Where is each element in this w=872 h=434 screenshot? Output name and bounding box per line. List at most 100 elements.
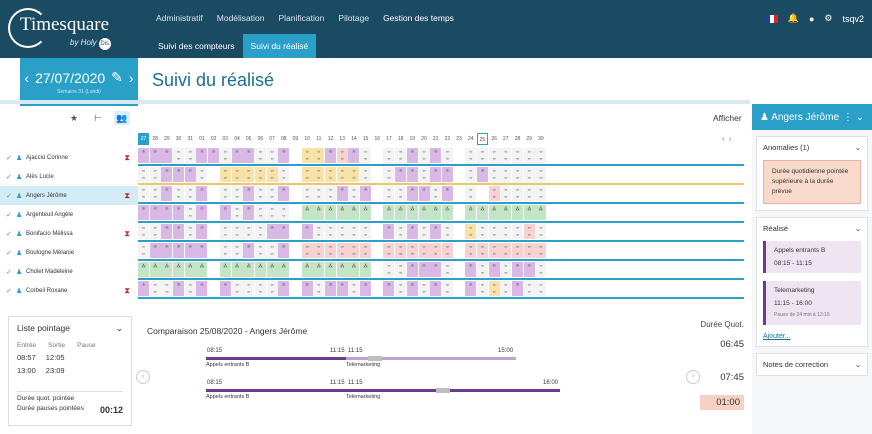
nav-item-planification[interactable]: Planification: [279, 13, 325, 23]
day-cell[interactable]: ⁂: [348, 262, 360, 277]
day-cell[interactable]: ∞ ∞: [138, 186, 149, 201]
day-cell[interactable]: ℗: [336, 186, 348, 201]
person-row[interactable]: ✓ ♟ Cholet Madeleine: [0, 262, 138, 281]
day-header-cell[interactable]: 02: [208, 133, 219, 145]
day-cell[interactable]: ⁂: [325, 205, 336, 220]
chevron-down-icon[interactable]: ⌄: [855, 360, 861, 369]
day-cell[interactable]: ℗: [278, 281, 290, 296]
day-header-cell[interactable]: 01: [196, 133, 207, 145]
day-cell[interactable]: ⁂: [325, 262, 336, 277]
day-cell[interactable]: ⁂: [313, 205, 325, 220]
day-cell[interactable]: ∞ ∞: [418, 281, 430, 296]
day-cell[interactable]: ⁂: [360, 205, 372, 220]
day-cell[interactable]: ∞ ∞: [441, 262, 453, 277]
day-header-cell[interactable]: 26: [489, 133, 500, 145]
day-cell[interactable]: ℗: [149, 205, 161, 220]
day-cell[interactable]: ∞ ∞: [500, 243, 512, 258]
realise-item[interactable]: Telemarketing 11:15 - 16:00 Pause de 24 …: [763, 281, 861, 325]
day-cell[interactable]: [208, 281, 220, 296]
day-cell[interactable]: ⁂: [383, 205, 395, 220]
day-cell[interactable]: ℗: [278, 186, 290, 201]
day-cell[interactable]: ℗: [430, 262, 442, 277]
day-cell[interactable]: ∞ ∞: [301, 243, 313, 258]
day-cell[interactable]: ∞ ∞: [535, 281, 547, 296]
day-cell[interactable]: ∞ ∞: [219, 243, 231, 258]
day-header-cell[interactable]: 14: [348, 133, 359, 145]
day-cell[interactable]: ∞ ∞: [313, 148, 325, 163]
day-header-cell[interactable]: 27: [500, 133, 511, 145]
day-cell[interactable]: ⁂: [430, 205, 442, 220]
day-cell[interactable]: ∞ ∞: [266, 148, 278, 163]
day-cell[interactable]: ∞ ∞: [500, 148, 512, 163]
day-cell[interactable]: ⁂: [336, 262, 348, 277]
comparison-prev-button[interactable]: ‹: [136, 370, 150, 384]
day-cell[interactable]: ℗: [406, 186, 418, 201]
day-header-cell[interactable]: 17: [383, 133, 394, 145]
day-cell[interactable]: ∞ ∞: [418, 148, 430, 163]
day-cell[interactable]: ⁂: [535, 205, 547, 220]
day-cell[interactable]: ∞ ∞: [535, 262, 547, 277]
day-cell[interactable]: ∞ ∞: [138, 167, 149, 182]
day-cell[interactable]: ℗: [336, 281, 348, 296]
day-cell[interactable]: ∞ ∞: [395, 243, 407, 258]
prev-date-icon[interactable]: ‹: [24, 70, 29, 86]
anomaly-item[interactable]: Durée quotidienne pointée supérieure à l…: [763, 160, 861, 204]
day-cell[interactable]: ℗: [418, 186, 430, 201]
day-cell[interactable]: ℗: [406, 224, 418, 239]
day-cell[interactable]: ∞ ∞: [138, 224, 149, 239]
day-cell[interactable]: ℗: [196, 205, 208, 220]
day-cell[interactable]: [453, 167, 465, 182]
day-cell[interactable]: ∞ ∞: [254, 148, 266, 163]
day-cell[interactable]: ℗: [243, 243, 255, 258]
day-header-cell[interactable]: 24: [465, 133, 476, 145]
tab-suivi-compteurs[interactable]: Suivi des compteurs: [150, 34, 243, 58]
day-cell[interactable]: ∞ ∞: [184, 205, 196, 220]
day-cell[interactable]: ⁂: [336, 205, 348, 220]
day-cell[interactable]: ∞ ∞: [301, 148, 313, 163]
day-cell[interactable]: ℗: [465, 281, 477, 296]
day-cell[interactable]: ∞ ∞: [254, 167, 266, 182]
day-cell[interactable]: ∞ ∞: [535, 224, 547, 239]
day-header-cell[interactable]: 08: [278, 133, 289, 145]
day-cell[interactable]: ∞ ∞: [523, 148, 535, 163]
day-cell[interactable]: ∞ ∞: [149, 281, 161, 296]
day-cell[interactable]: ∞ ∞: [488, 148, 500, 163]
day-cell[interactable]: ∞ ∞: [325, 186, 336, 201]
day-cell[interactable]: ℗: [161, 148, 173, 163]
french-flag-icon[interactable]: [765, 14, 778, 23]
day-cell[interactable]: ∞ ∞: [512, 186, 523, 201]
day-cell[interactable]: ∞ ∞: [465, 243, 477, 258]
day-cell[interactable]: ⁂: [441, 205, 453, 220]
day-cell[interactable]: ℗: [138, 148, 149, 163]
day-cell[interactable]: ⁂: [395, 205, 407, 220]
day-cell[interactable]: ∞ ∞: [476, 281, 488, 296]
day-cell[interactable]: ∞ ∞: [476, 262, 488, 277]
day-cell[interactable]: ℗: [465, 262, 477, 277]
day-cell[interactable]: ∞ ∞: [348, 281, 360, 296]
current-date[interactable]: 27/07/2020: [35, 70, 105, 86]
day-cell[interactable]: [208, 186, 220, 201]
day-header-cell[interactable]: 28: [512, 133, 523, 145]
day-cell[interactable]: ∞ ∞: [196, 167, 208, 182]
chevron-down-icon[interactable]: ⌄: [116, 323, 123, 334]
day-cell[interactable]: ∞ ∞: [231, 167, 243, 182]
day-cell[interactable]: ℗: [243, 205, 255, 220]
day-cell[interactable]: ∞ ∞: [219, 224, 231, 239]
day-cell[interactable]: ⁂: [149, 262, 161, 277]
day-cell[interactable]: ℗: [383, 281, 395, 296]
day-cell[interactable]: ℗: [325, 148, 336, 163]
day-cell[interactable]: ℗: [161, 243, 173, 258]
day-cell[interactable]: ∞ ∞: [219, 186, 231, 201]
day-cell[interactable]: ∞ ∞: [512, 167, 523, 182]
day-cell[interactable]: ℗: [301, 281, 313, 296]
day-cell[interactable]: ℗: [208, 148, 220, 163]
day-cell[interactable]: ∞ ∞: [149, 186, 161, 201]
day-cell[interactable]: ∞ ∞: [184, 148, 196, 163]
ajouter-link[interactable]: Ajouter...: [763, 333, 861, 340]
edit-date-icon[interactable]: ✎: [111, 69, 123, 86]
day-cell[interactable]: [371, 224, 383, 239]
day-header-cell[interactable]: 25: [476, 133, 488, 145]
day-cell[interactable]: ∞ ∞: [348, 186, 360, 201]
day-cell[interactable]: ∞ ∞: [184, 186, 196, 201]
chevron-down-icon[interactable]: ⌄: [855, 224, 861, 233]
